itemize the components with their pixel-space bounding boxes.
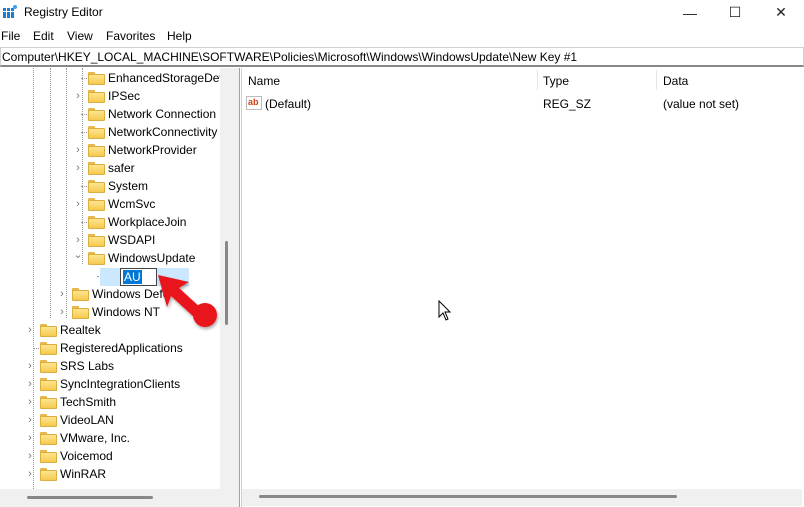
column-header-data[interactable]: Data: [663, 74, 688, 88]
folder-icon: [72, 306, 89, 319]
mouse-cursor-icon: [438, 300, 452, 321]
tree-item-label: WindowsUpdate: [108, 251, 196, 265]
close-icon: ✕: [775, 4, 787, 20]
folder-icon: [88, 198, 105, 211]
folder-icon: [88, 90, 105, 103]
folder-icon: [40, 396, 57, 409]
tree-guide-line: [81, 78, 87, 79]
folder-icon: [40, 324, 57, 337]
rename-input-text[interactable]: AU: [123, 270, 142, 284]
folder-icon: [72, 288, 89, 301]
tree-guide-line: [81, 186, 87, 187]
value-data: (value not set): [663, 97, 740, 111]
tree-item-label: NetworkProvider: [108, 143, 197, 157]
folder-icon: [40, 432, 57, 445]
tree-guide-line: [81, 132, 87, 133]
tree-guide-line: [81, 222, 87, 223]
tree-vertical-scroll-thumb[interactable]: [225, 241, 228, 325]
string-value-icon: ab: [246, 96, 262, 110]
folder-icon: [40, 468, 57, 481]
chevron-right-icon[interactable]: ›: [57, 289, 67, 300]
chevron-right-icon[interactable]: ›: [25, 433, 35, 444]
chevron-right-icon[interactable]: ›: [73, 163, 83, 174]
tree-item-label: NetworkConnectivity: [108, 125, 218, 139]
close-button[interactable]: ✕: [758, 0, 804, 25]
tree-item-label: WSDAPI: [108, 233, 156, 247]
chevron-down-icon[interactable]: ⌄: [73, 250, 83, 261]
tree-item-label: WorkplaceJoin: [108, 215, 187, 229]
chevron-right-icon[interactable]: ›: [25, 379, 35, 390]
tree-item-label: System: [108, 179, 149, 193]
tree-guide-line: [50, 68, 51, 318]
column-separator[interactable]: [656, 70, 657, 90]
folder-icon: [88, 108, 105, 121]
chevron-right-icon[interactable]: ›: [73, 235, 83, 246]
chevron-right-icon[interactable]: ›: [25, 397, 35, 408]
tree-item-label: VMware, Inc.: [60, 431, 131, 445]
tree-item-label: EnhancedStorageDev: [108, 71, 220, 85]
tree-item-label: VideoLAN: [60, 413, 114, 427]
maximize-button[interactable]: ☐: [712, 0, 758, 25]
tree-guide-line: [66, 68, 67, 318]
chevron-right-icon[interactable]: ›: [73, 199, 83, 210]
tree-guide-line: [81, 114, 87, 115]
values-list[interactable]: [241, 68, 804, 507]
folder-icon: [88, 216, 105, 229]
maximize-icon: ☐: [728, 4, 742, 20]
tree-item-label: SyncIntegrationClients: [60, 377, 181, 391]
column-header-name[interactable]: Name: [248, 74, 280, 88]
tree-item-label: IPSec: [108, 89, 141, 103]
folder-icon: [88, 252, 105, 265]
tree-item-label: WcmSvc: [108, 197, 156, 211]
folder-icon: [40, 414, 57, 427]
chevron-right-icon[interactable]: ›: [57, 307, 67, 318]
tree-item-label: Realtek: [60, 323, 101, 337]
tree-item-label: WinRAR: [60, 467, 107, 481]
folder-icon: [40, 378, 57, 391]
minimize-icon: —: [683, 4, 697, 21]
minimize-button[interactable]: —: [667, 0, 713, 25]
folder-icon: [40, 360, 57, 373]
folder-icon: [88, 180, 105, 193]
folder-icon: [88, 234, 105, 247]
tree-item-label: Windows NT: [92, 305, 161, 319]
tree-item-label: RegisteredApplications: [60, 341, 183, 355]
folder-icon: [88, 126, 105, 139]
tree-item-label: Voicemod: [60, 449, 113, 463]
folder-icon: [88, 162, 105, 175]
folder-icon: [88, 144, 105, 157]
folder-icon: [88, 72, 105, 85]
column-header-type[interactable]: Type: [543, 74, 569, 88]
pane-splitter[interactable]: [234, 68, 240, 507]
tree-item-label: safer: [108, 161, 135, 175]
chevron-right-icon[interactable]: ›: [25, 451, 35, 462]
chevron-right-icon[interactable]: ›: [25, 361, 35, 372]
tree-item-label: TechSmith: [60, 395, 117, 409]
folder-icon: [40, 450, 57, 463]
column-separator[interactable]: [537, 70, 538, 90]
list-horizontal-scroll-thumb[interactable]: [259, 495, 677, 498]
annotation-arrow-icon: [158, 275, 217, 327]
chevron-right-icon[interactable]: ›: [73, 91, 83, 102]
value-name: (Default): [265, 97, 312, 111]
tree-guide-line: [33, 348, 39, 349]
folder-icon: [40, 342, 57, 355]
tree-horizontal-scroll-thumb[interactable]: [27, 496, 153, 499]
tree-item-label: Network Connection: [108, 107, 217, 121]
chevron-right-icon[interactable]: ›: [25, 415, 35, 426]
chevron-right-icon[interactable]: ›: [25, 325, 35, 336]
chevron-right-icon[interactable]: ›: [25, 469, 35, 480]
tree-item-label: SRS Labs: [60, 359, 115, 373]
value-type: REG_SZ: [543, 97, 592, 111]
tree-content: EnhancedStorageDev › IPSec Network Connecti…: [0, 0, 220, 489]
chevron-right-icon[interactable]: ›: [73, 145, 83, 156]
tree-guide-line: [33, 68, 34, 489]
